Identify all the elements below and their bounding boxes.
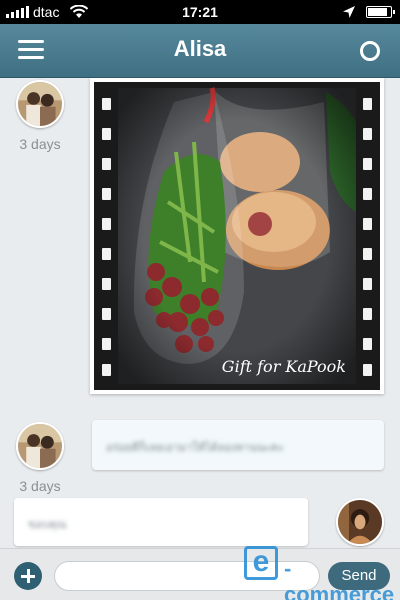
watermark-letter: e [244,546,278,580]
incoming-message-bubble[interactable]: อร่อยดีก็เลยเอามาให้ได้ลองทานนะคะ [92,420,384,470]
contact-avatar[interactable] [16,80,64,128]
status-bar: dtac 17:21 [0,0,400,24]
chat-header: Alisa [0,24,400,78]
watermark-logo: e -commerce [244,546,394,600]
photo-caption: Gift for KaPook [222,357,346,376]
battery-level [368,8,387,16]
message-text: ขอบคุณ [28,519,67,531]
location-arrow-icon [343,6,355,18]
message-time: 3 days [19,136,61,152]
contact-avatar[interactable] [16,422,64,470]
shared-photo: Gift for KaPook [94,82,380,390]
plus-circle-icon[interactable] [14,562,42,590]
message-time: 3 days [19,478,61,494]
contact-name: Alisa [173,36,227,61]
photo-message[interactable]: Gift for KaPook [90,78,384,394]
status-time: 17:21 [182,4,218,20]
circle-status-icon[interactable] [360,41,380,61]
conversation[interactable]: 3 days Gift for KaPook 3 days อร่อยดีก็เ… [0,78,400,548]
watermark-text: -commerce [284,556,395,600]
outgoing-message-bubble[interactable]: ขอบคุณ [14,498,308,546]
battery-icon [366,6,395,18]
user-avatar[interactable] [336,498,384,546]
message-text: อร่อยดีก็เลยเอามาให้ได้ลองทานนะคะ [106,442,284,454]
